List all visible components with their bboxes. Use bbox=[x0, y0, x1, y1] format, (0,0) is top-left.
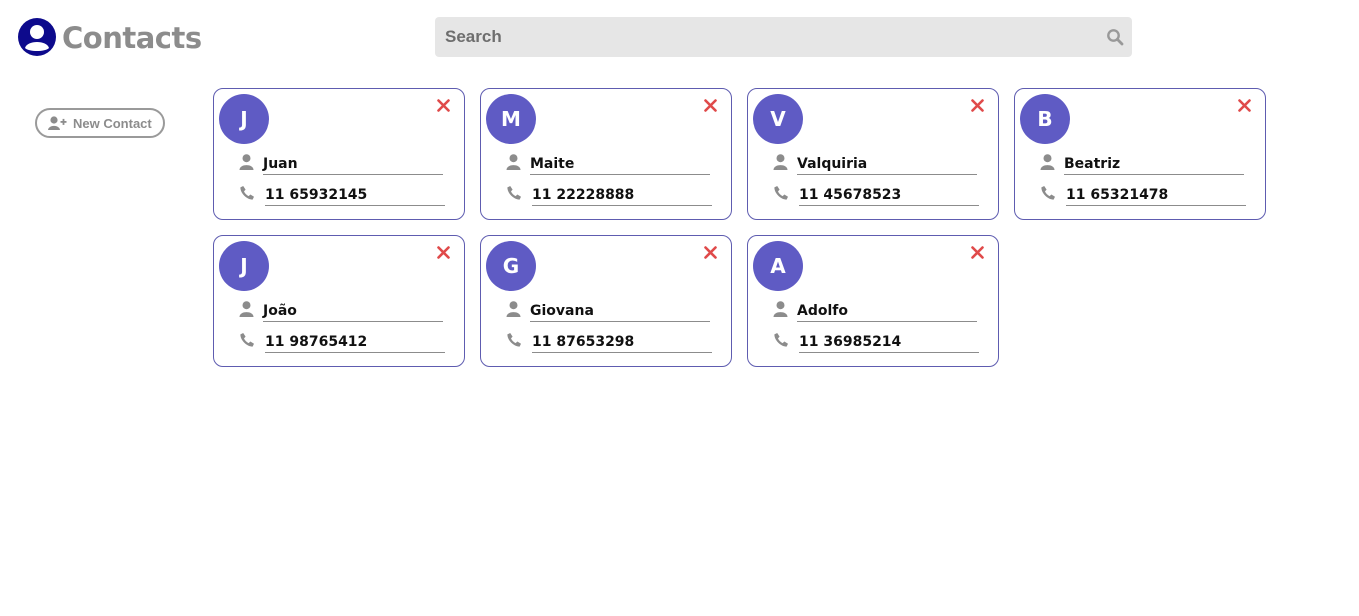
phone-icon bbox=[774, 186, 788, 200]
person-icon bbox=[773, 301, 788, 317]
phone-icon bbox=[240, 186, 254, 200]
search-input[interactable] bbox=[435, 17, 1085, 57]
person-icon bbox=[239, 301, 254, 317]
person-icon bbox=[1040, 154, 1055, 170]
phone-icon bbox=[1041, 186, 1055, 200]
contact-avatar: V bbox=[753, 94, 803, 144]
contact-name-field[interactable]: Maite bbox=[530, 155, 710, 175]
contact-name-field[interactable]: Juan bbox=[263, 155, 443, 175]
contact-avatar: B bbox=[1020, 94, 1070, 144]
phone-icon bbox=[240, 333, 254, 347]
search-icon[interactable] bbox=[1106, 28, 1124, 46]
contact-name-field[interactable]: Adolfo bbox=[797, 302, 977, 322]
contact-card: V Valquiria 11 45678523 bbox=[747, 88, 999, 220]
contact-phone-field[interactable]: 11 65932145 bbox=[265, 186, 445, 206]
phone-icon bbox=[774, 333, 788, 347]
contact-avatar: J bbox=[219, 94, 269, 144]
contact-phone-field[interactable]: 11 22228888 bbox=[532, 186, 712, 206]
person-icon bbox=[239, 154, 254, 170]
person-icon bbox=[506, 301, 521, 317]
delete-contact-icon[interactable] bbox=[971, 246, 984, 259]
contact-card: B Beatriz 11 65321478 bbox=[1014, 88, 1266, 220]
contact-card: A Adolfo 11 36985214 bbox=[747, 235, 999, 367]
contact-name-field[interactable]: João bbox=[263, 302, 443, 322]
contact-name-field[interactable]: Beatriz bbox=[1064, 155, 1244, 175]
search-bar[interactable] bbox=[435, 17, 1132, 57]
delete-contact-icon[interactable] bbox=[1238, 99, 1251, 112]
contact-phone-field[interactable]: 11 65321478 bbox=[1066, 186, 1246, 206]
delete-contact-icon[interactable] bbox=[437, 99, 450, 112]
contact-name-field[interactable]: Valquiria bbox=[797, 155, 977, 175]
contact-card: G Giovana 11 87653298 bbox=[480, 235, 732, 367]
contact-phone-field[interactable]: 11 36985214 bbox=[799, 333, 979, 353]
delete-contact-icon[interactable] bbox=[971, 99, 984, 112]
app-title: Contacts bbox=[62, 21, 202, 55]
contact-card: J Juan 11 65932145 bbox=[213, 88, 465, 220]
user-plus-icon bbox=[48, 115, 67, 130]
phone-icon bbox=[507, 186, 521, 200]
new-contact-label: New Contact bbox=[73, 115, 152, 131]
contact-card: M Maite 11 22228888 bbox=[480, 88, 732, 220]
contact-card: J João 11 98765412 bbox=[213, 235, 465, 367]
user-circle-icon bbox=[18, 18, 56, 56]
phone-icon bbox=[507, 333, 521, 347]
app-header: Contacts bbox=[0, 0, 1359, 80]
contact-avatar: G bbox=[486, 241, 536, 291]
contact-phone-field[interactable]: 11 87653298 bbox=[532, 333, 712, 353]
delete-contact-icon[interactable] bbox=[704, 99, 717, 112]
new-contact-button[interactable]: New Contact bbox=[35, 108, 165, 138]
contact-phone-field[interactable]: 11 45678523 bbox=[799, 186, 979, 206]
contact-avatar: M bbox=[486, 94, 536, 144]
contact-avatar: J bbox=[219, 241, 269, 291]
person-icon bbox=[506, 154, 521, 170]
delete-contact-icon[interactable] bbox=[704, 246, 717, 259]
person-icon bbox=[773, 154, 788, 170]
delete-contact-icon[interactable] bbox=[437, 246, 450, 259]
contact-avatar: A bbox=[753, 241, 803, 291]
contact-phone-field[interactable]: 11 98765412 bbox=[265, 333, 445, 353]
contact-name-field[interactable]: Giovana bbox=[530, 302, 710, 322]
